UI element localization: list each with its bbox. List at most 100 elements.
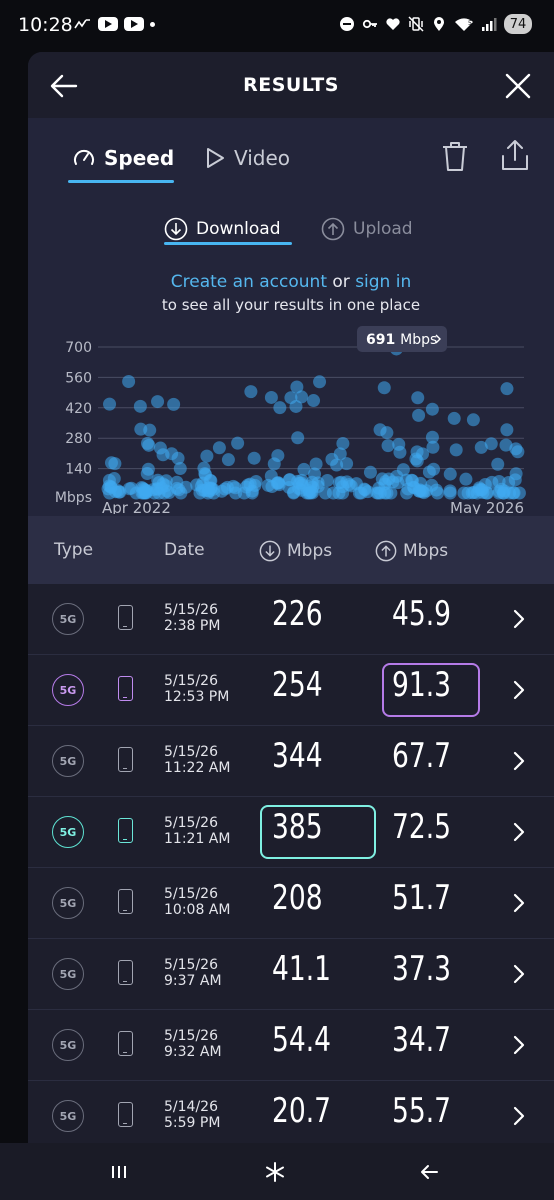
page-title: RESULTS <box>243 74 339 96</box>
download-value: 41.1 <box>272 949 332 989</box>
scatter-point <box>377 381 391 395</box>
trash-icon[interactable] <box>440 140 470 172</box>
create-account-link[interactable]: Create an account <box>171 272 327 292</box>
table-row[interactable]: 5G 5/14/26 5:59 PM 20.7 55.7 <box>28 1081 554 1152</box>
download-arrow-icon <box>259 540 281 562</box>
network-5g-badge: 5G <box>52 745 84 777</box>
tab-video[interactable]: Video <box>204 140 290 176</box>
upload-toggle[interactable]: Upload <box>321 214 413 244</box>
location-icon <box>434 17 444 31</box>
or-text: or <box>326 272 356 292</box>
network-5g-badge: 5G <box>52 603 84 635</box>
y-tick-label: 560 <box>65 370 92 386</box>
phone-icon <box>118 605 133 630</box>
table-row[interactable]: 5G 5/15/26 10:08 AM 208 51.7 <box>28 868 554 939</box>
scatter-point <box>379 474 393 488</box>
phone-icon <box>118 818 133 843</box>
phone-icon <box>118 960 133 985</box>
scatter-point <box>443 484 457 498</box>
result-time: 2:38 PM <box>164 618 221 634</box>
date-column-header[interactable]: Date <box>164 540 205 560</box>
scatter-point <box>497 486 511 500</box>
download-value: 385 <box>272 807 323 847</box>
scatter-point <box>431 486 445 500</box>
share-icon[interactable] <box>500 138 530 172</box>
network-5g-badge: 5G <box>52 1100 84 1132</box>
result-datetime: 5/15/26 9:37 AM <box>164 957 222 989</box>
close-icon[interactable] <box>502 70 534 102</box>
scatter-point <box>133 399 147 413</box>
upload-arrow-icon <box>321 217 345 241</box>
scatter-point <box>151 395 165 409</box>
result-time: 9:37 AM <box>164 973 222 989</box>
recents-button[interactable] <box>106 1159 132 1185</box>
upload-column-header[interactable]: Mbps <box>375 540 448 562</box>
scatter-point <box>159 479 173 493</box>
scatter-point <box>484 437 498 451</box>
result-date: 5/14/26 <box>164 1099 218 1115</box>
table-row[interactable]: 5G 5/15/26 11:22 AM 344 67.7 <box>28 726 554 797</box>
table-row[interactable]: 5G 5/15/26 11:21 AM 385 72.5 <box>28 797 554 868</box>
result-datetime: 5/15/26 12:53 PM <box>164 673 229 705</box>
scatter-point <box>129 486 143 500</box>
scatter-point <box>231 436 245 450</box>
scatter-point <box>247 451 261 465</box>
result-time: 5:59 PM <box>164 1115 221 1131</box>
scatter-point <box>508 473 522 487</box>
phone-icon <box>118 676 133 701</box>
scatter-point <box>267 457 281 471</box>
notification-dot-icon <box>150 21 155 27</box>
result-date: 5/15/26 <box>164 815 218 831</box>
y-tick-label: 280 <box>65 431 92 447</box>
result-datetime: 5/15/26 9:32 AM <box>164 1028 222 1060</box>
chevron-right-icon <box>513 1106 525 1126</box>
tab-speed[interactable]: Speed <box>72 140 174 176</box>
table-row[interactable]: 5G 5/15/26 9:37 AM 41.1 37.3 <box>28 939 554 1010</box>
type-column-header[interactable]: Type <box>54 540 93 560</box>
header: RESULTS <box>28 52 554 118</box>
result-time: 11:21 AM <box>164 831 231 847</box>
result-datetime: 5/14/26 5:59 PM <box>164 1099 220 1131</box>
upload-value: 72.5 <box>392 807 452 847</box>
download-value: 254 <box>272 665 323 705</box>
scatter-point <box>380 426 394 440</box>
upload-arrow-icon <box>375 540 397 562</box>
upload-value: 55.7 <box>392 1091 452 1131</box>
scatter-point <box>443 467 457 481</box>
chevron-right-icon <box>513 893 525 913</box>
result-date: 5/15/26 <box>164 744 218 760</box>
table-row[interactable]: 5G 5/15/26 2:38 PM 226 45.9 <box>28 584 554 655</box>
tooltip-label: 691 Mbps <box>366 332 437 348</box>
y-tick-label: 700 <box>65 340 92 356</box>
x-end-label: May 2026 <box>450 499 524 514</box>
play-icon <box>207 148 224 168</box>
scatter-point <box>122 375 136 389</box>
phone-icon <box>118 889 133 914</box>
chevron-right-icon <box>513 609 525 629</box>
scatter-point <box>311 476 325 490</box>
scatter-point <box>334 475 348 489</box>
upload-value: 67.7 <box>392 736 452 776</box>
signal-icon <box>482 18 497 31</box>
back-button[interactable] <box>416 1159 442 1185</box>
scatter-point <box>204 482 218 496</box>
scatter-point <box>459 472 473 486</box>
chevron-right-icon <box>513 964 525 984</box>
scatter-point <box>313 375 327 389</box>
result-time: 11:22 AM <box>164 760 231 776</box>
network-5g-badge: 5G <box>52 816 84 848</box>
heart-icon <box>386 18 400 30</box>
scatter-point <box>265 480 279 494</box>
download-toggle[interactable]: Download <box>164 214 281 244</box>
table-row[interactable]: 5G 5/15/26 12:53 PM 254 91.3 <box>28 655 554 726</box>
table-row[interactable]: 5G 5/15/26 9:32 AM 54.4 34.7 <box>28 1010 554 1081</box>
upload-value: 37.3 <box>392 949 452 989</box>
scatter-point <box>156 448 170 462</box>
result-date: 5/15/26 <box>164 673 218 689</box>
home-button[interactable] <box>262 1159 288 1185</box>
upload-value: 51.7 <box>392 878 452 918</box>
scatter-point <box>461 486 475 500</box>
phone-icon <box>118 1102 133 1127</box>
download-column-header[interactable]: Mbps <box>259 540 332 562</box>
sign-in-link[interactable]: sign in <box>355 272 411 292</box>
